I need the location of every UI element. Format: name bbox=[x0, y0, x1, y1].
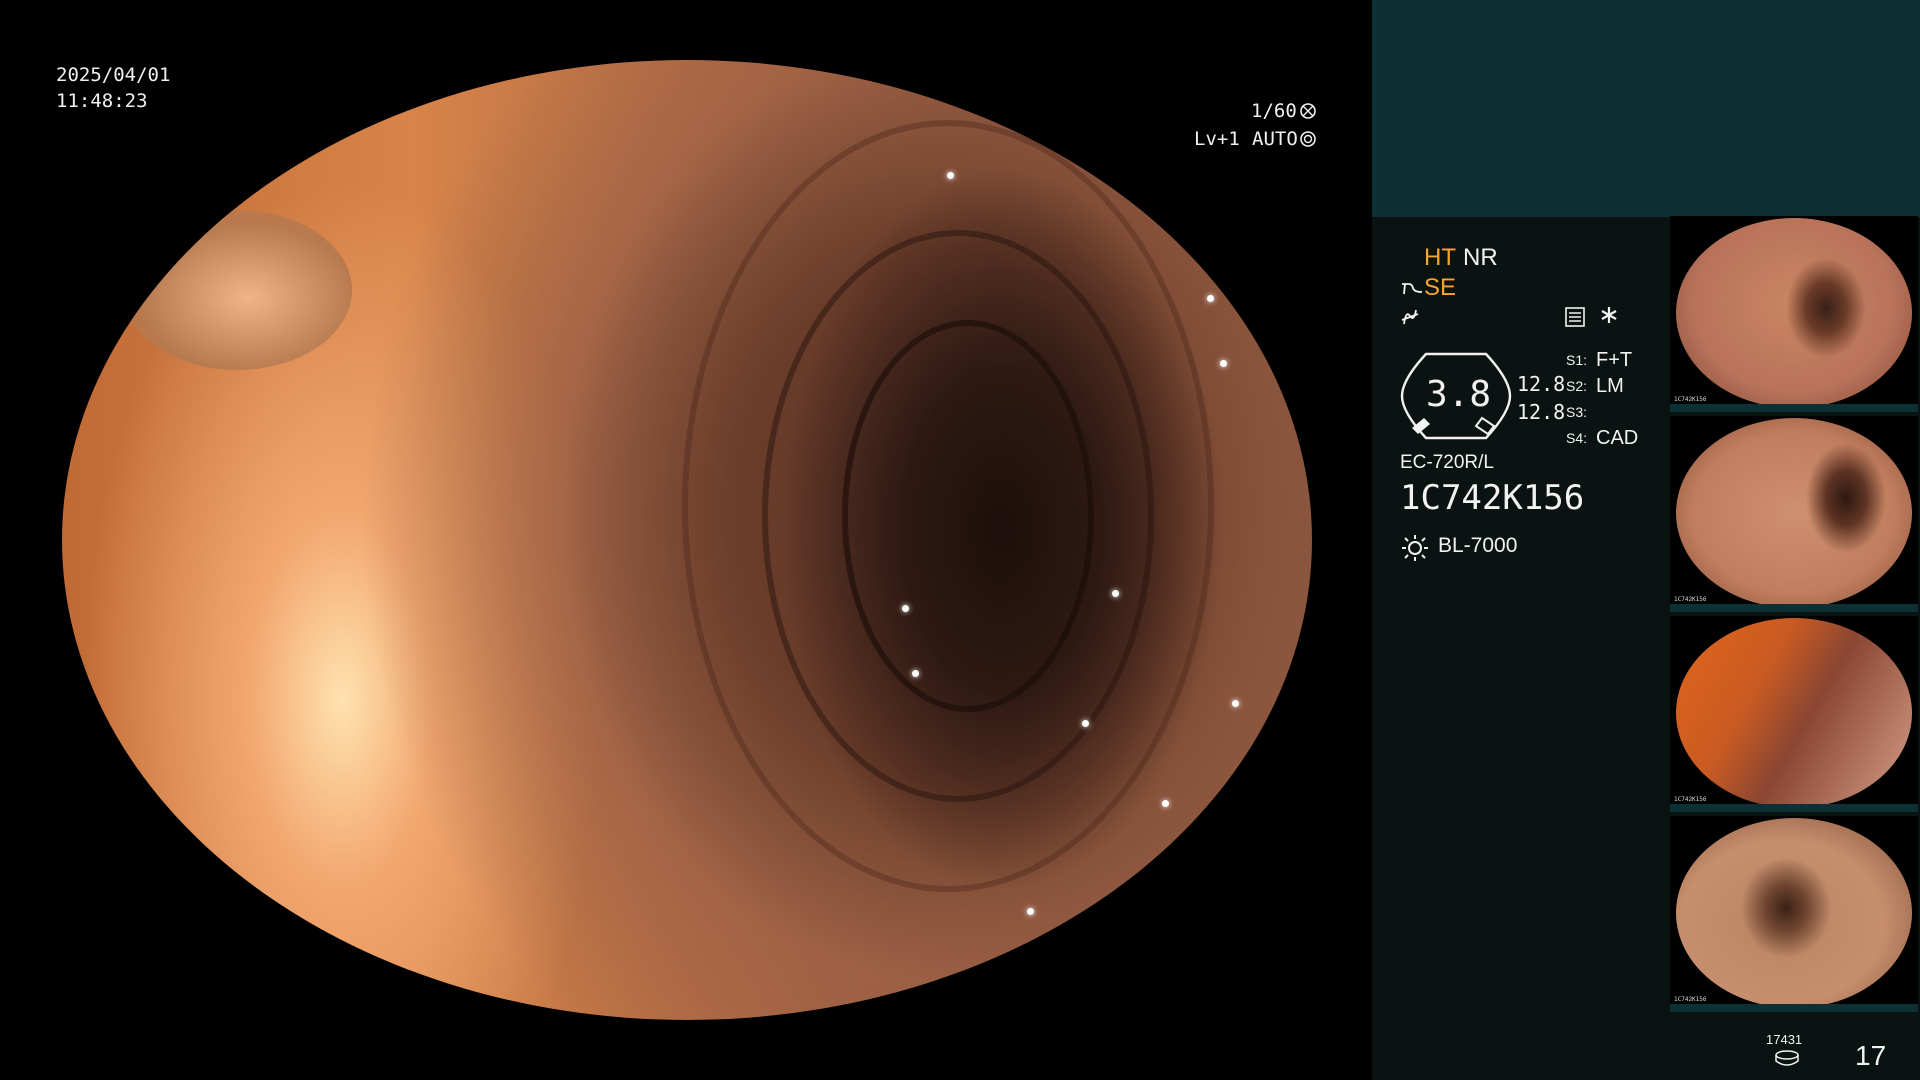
structure-enhance-icon bbox=[1400, 278, 1424, 298]
specular-glint bbox=[947, 172, 954, 179]
specular-glint bbox=[1162, 800, 1169, 807]
specular-glint bbox=[912, 670, 919, 677]
s4-label: S4: bbox=[1566, 430, 1588, 446]
value-12-8-bottom: 12.8 bbox=[1517, 400, 1566, 424]
storage-icon bbox=[1774, 1050, 1800, 1066]
zoom-value: 3.8 bbox=[1426, 374, 1492, 415]
thumbnail-serial: 1C742K156 bbox=[1674, 596, 1707, 603]
specular-glint bbox=[1232, 700, 1239, 707]
image-counter-large: 17 bbox=[1855, 1040, 1887, 1071]
s2-value: LM bbox=[1596, 375, 1624, 397]
shutter-icon bbox=[1300, 103, 1316, 119]
thumbnail-image bbox=[1676, 618, 1912, 808]
thumbnail-2[interactable]: 1C742K156 bbox=[1670, 416, 1918, 612]
s1-label: S1: bbox=[1566, 352, 1588, 368]
image-counter-small: 17431 bbox=[1766, 1032, 1803, 1047]
specular-glint bbox=[1082, 720, 1089, 727]
auto-mode-label: AUTO bbox=[1252, 128, 1298, 150]
reflection-blob bbox=[122, 210, 352, 370]
time-label: 11:48:23 bbox=[56, 90, 148, 112]
panel-header-block bbox=[1372, 0, 1920, 217]
thumbnail-image bbox=[1676, 218, 1912, 408]
value-12-8-top: 12.8 bbox=[1517, 372, 1566, 396]
mucosal-fold bbox=[842, 320, 1094, 712]
thumbnail-image bbox=[1676, 418, 1912, 608]
thumbnail-serial: 1C742K156 bbox=[1674, 996, 1707, 1003]
specular-glint bbox=[1112, 590, 1119, 597]
iris-icon bbox=[1300, 131, 1316, 147]
wave-icon bbox=[1400, 306, 1420, 328]
level-label: Lv+1 bbox=[1194, 128, 1240, 150]
date-label: 2025/04/01 bbox=[56, 64, 171, 86]
endoscopic-image bbox=[62, 60, 1312, 1020]
se-label: SE bbox=[1424, 274, 1457, 301]
light-source-icon bbox=[1400, 532, 1430, 562]
scope-serial: 1C742K156 bbox=[1400, 478, 1585, 518]
thumbnail-bar bbox=[1670, 404, 1918, 412]
specular-glint bbox=[1220, 360, 1227, 367]
nr-label: NR bbox=[1463, 244, 1498, 271]
thumbnail-serial: 1C742K156 bbox=[1674, 396, 1707, 403]
thumbnail-bar bbox=[1670, 1004, 1918, 1012]
s3-label: S3: bbox=[1566, 404, 1588, 420]
endoscope-live-view: 2025/04/01 11:48:23 1/60 Lv+1 AUTO bbox=[0, 0, 1372, 1080]
storage-settings-icon bbox=[1564, 306, 1586, 328]
thumbnail-1[interactable]: 1C742K156 bbox=[1670, 216, 1918, 412]
thumbnail-3[interactable]: 1C742K156 bbox=[1670, 616, 1918, 812]
s4-value: CAD bbox=[1596, 427, 1639, 449]
shutter-label: 1/60 bbox=[1251, 100, 1297, 122]
light-source-label: BL-7000 bbox=[1438, 534, 1518, 557]
scope-model: EC-720R/L bbox=[1400, 452, 1494, 473]
thumbnail-serial: 1C742K156 bbox=[1674, 796, 1707, 803]
s2-label: S2: bbox=[1566, 378, 1588, 394]
specular-glint bbox=[1207, 295, 1214, 302]
thumbnail-image bbox=[1676, 818, 1912, 1008]
thumbnail-bar bbox=[1670, 604, 1918, 612]
s1-value: F+T bbox=[1596, 349, 1633, 371]
asterisk-icon bbox=[1598, 304, 1620, 326]
thumbnail-4[interactable]: 1C742K156 bbox=[1670, 816, 1918, 1012]
thumbnail-bar bbox=[1670, 804, 1918, 812]
ht-label: HT bbox=[1424, 244, 1456, 271]
specular-glint bbox=[902, 605, 909, 612]
specular-glint bbox=[1027, 908, 1034, 915]
